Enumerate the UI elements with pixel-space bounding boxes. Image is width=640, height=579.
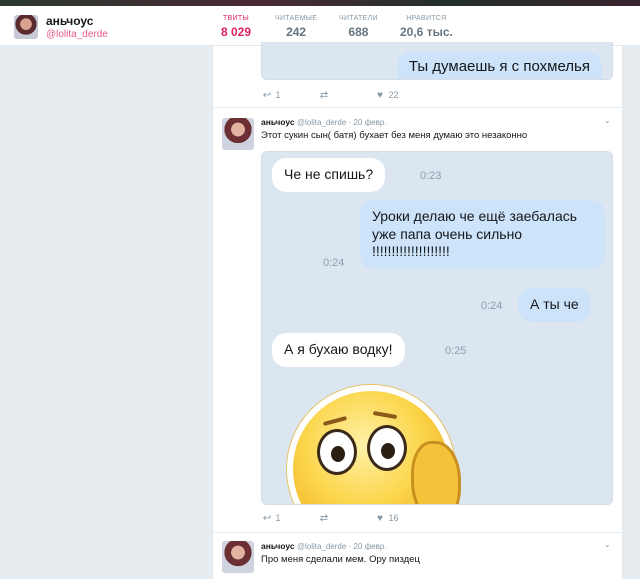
tweet-author-handle[interactable]: @lolita_derde	[297, 118, 346, 127]
like-count: 16	[388, 513, 399, 523]
sticker-eye	[367, 425, 407, 471]
sticker-brow	[372, 410, 398, 420]
stat-label: НРАВИТСЯ	[406, 15, 447, 22]
tweet[interactable]: аньчоус @lolita_derde · 20 февр. ⌄ Про м…	[213, 533, 622, 579]
chat-bubble: А я бухаю водку!	[272, 333, 405, 367]
tweet-date[interactable]: · 20 февр.	[349, 118, 387, 127]
timeline: Ты думаешь я с похмелья ↩ 1 ⇄ ♥ 22 аньчо…	[212, 42, 623, 579]
chat-bubble: Ты думаешь я с похмелья	[396, 52, 602, 79]
sticker-pupil	[381, 443, 395, 459]
chat-bubble: Че не спишь?	[272, 158, 386, 192]
chat-bubble: А ты че	[518, 288, 591, 322]
reply-icon: ↩	[262, 90, 272, 101]
stat-followers[interactable]: ЧИТАТЕЛИ 688	[339, 15, 378, 39]
chat-time: 0:24	[323, 257, 345, 269]
sticker-pupil	[331, 446, 345, 462]
chat-time: 0:25	[445, 345, 467, 357]
stat-likes[interactable]: НРАВИТСЯ 20,6 тыс.	[400, 15, 453, 39]
retweet-icon: ⇄	[319, 90, 329, 101]
chevron-down-icon[interactable]: ⌄	[604, 540, 612, 549]
sticker-hand	[411, 441, 461, 504]
like-count: 22	[388, 90, 399, 100]
stat-tweets[interactable]: ТВИТЫ 8 029	[214, 15, 258, 54]
avatar[interactable]	[14, 15, 38, 39]
heart-icon: ♥	[377, 90, 383, 101]
tweet-text: Про меня сделали мем. Ору пиздец	[261, 554, 420, 565]
profile-name[interactable]: аньчоус	[46, 14, 93, 28]
tweet-author-name[interactable]: аньчоус	[261, 541, 295, 551]
stat-following[interactable]: ЧИТАЕМЫЕ 242	[275, 15, 317, 39]
retweet-button[interactable]: ⇄	[318, 90, 330, 101]
profile-handle[interactable]: @lolita_derde	[46, 29, 108, 40]
stat-value: 688	[348, 25, 369, 39]
reply-button[interactable]: ↩ 1	[261, 90, 281, 101]
chevron-down-icon[interactable]: ⌄	[604, 116, 612, 125]
stat-label: ЧИТАЕМЫЕ	[275, 15, 318, 22]
stat-value: 242	[286, 25, 307, 39]
like-button[interactable]: ♥ 22	[374, 90, 399, 101]
like-button[interactable]: ♥ 16	[374, 513, 399, 524]
tweet[interactable]: аньчоус @lolita_derde · 20 февр. ⌄ Этот …	[213, 108, 622, 533]
tweet-author-handle[interactable]: @lolita_derde	[297, 542, 346, 551]
reply-count: 1	[275, 90, 281, 100]
tweet-text: Этот сукин сын( батя) бухает без меня ду…	[261, 130, 528, 141]
chat-time: 0:23	[420, 170, 442, 182]
reply-icon: ↩	[262, 513, 272, 524]
tweet-header: аньчоус @lolita_derde · 20 февр.	[261, 117, 387, 127]
profile-navbar: аньчоус @lolita_derde ТВИТЫ 8 029 ЧИТАЕМ…	[0, 6, 640, 54]
tweet[interactable]: Ты думаешь я с похмелья ↩ 1 ⇄ ♥ 22	[213, 42, 622, 108]
retweet-icon: ⇄	[319, 513, 329, 524]
stat-value: 8 029	[221, 25, 252, 39]
tweet-date[interactable]: · 20 февр.	[349, 542, 387, 551]
avatar[interactable]	[222, 541, 254, 573]
chat-bubble: Уроки делаю че ещё заебалась уже папа оч…	[360, 200, 605, 269]
stat-label: ТВИТЫ	[223, 15, 249, 22]
tweet-author-name[interactable]: аньчоус	[261, 117, 295, 127]
retweet-button[interactable]: ⇄	[318, 513, 330, 524]
tweet-media[interactable]: Ты думаешь я с похмелья	[261, 42, 613, 80]
sticker-brow	[322, 415, 348, 427]
sticker-emoji	[287, 385, 461, 504]
stat-label: ЧИТАТЕЛИ	[339, 15, 378, 22]
tweet-media[interactable]: Че не спишь? 0:23 Уроки делаю че ещё зае…	[261, 151, 613, 505]
reply-button[interactable]: ↩ 1	[261, 513, 281, 524]
sticker-eye	[317, 429, 357, 475]
heart-icon: ♥	[377, 513, 383, 524]
chat-time: 0:24	[481, 300, 503, 312]
avatar[interactable]	[222, 118, 254, 150]
tweet-header: аньчоус @lolita_derde · 20 февр.	[261, 541, 387, 551]
stat-value: 20,6 тыс.	[400, 25, 453, 39]
reply-count: 1	[275, 513, 281, 523]
